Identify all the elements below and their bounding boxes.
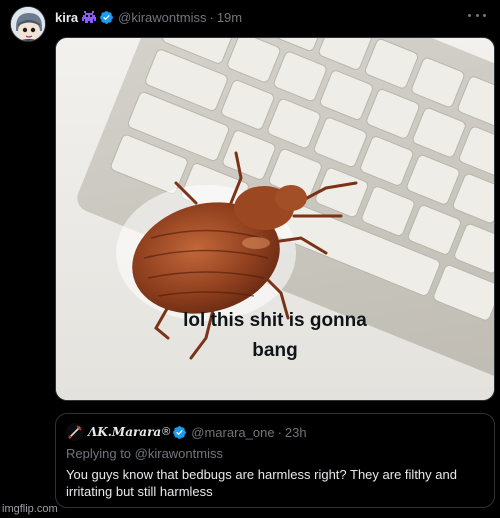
more-options-icon[interactable] (468, 12, 486, 18)
quoted-display-name: ΛK.Marara (88, 425, 162, 439)
verified-badge-icon (172, 425, 187, 440)
header-separator: · (209, 9, 214, 25)
tweet-media-image[interactable]: lol this shit is gonna bang (55, 37, 495, 401)
user-avatar[interactable] (10, 6, 46, 42)
tweet[interactable]: kira @kirawontmiss · 19m lol this shit i… (0, 0, 500, 518)
imgflip-watermark: imgflip.com (2, 503, 58, 515)
registered-mark: ® (162, 426, 171, 438)
replying-to-label: Replying to @kirawontmiss (66, 446, 223, 461)
user-handle[interactable]: @kirawontmiss (118, 10, 206, 25)
quoted-tweet-timestamp: 23h (284, 424, 307, 440)
cartoon-avatar-icon (11, 7, 45, 41)
alien-invader-icon (81, 10, 97, 24)
quoted-user-handle: @marara_one (191, 424, 275, 440)
verified-badge-icon (99, 10, 114, 25)
display-name[interactable]: kira (55, 10, 78, 25)
quoted-tweet[interactable]: ΛK.Marara ® @marara_one · 23h Replying t… (55, 413, 495, 508)
quoted-header-separator: · (277, 424, 282, 440)
meme-caption-line-1: lol this shit is gonna (183, 310, 367, 331)
meme-caption-line-2: bang (252, 340, 298, 361)
tweet-header: kira @kirawontmiss · 19m (55, 8, 242, 26)
tweet-timestamp[interactable]: 19m (217, 10, 242, 25)
quoted-user-avatar (66, 423, 84, 441)
quoted-tweet-header: ΛK.Marara ® @marara_one · 23h (66, 423, 484, 441)
sword-logo-icon (66, 423, 84, 441)
quoted-tweet-text: You guys know that bedbugs are harmless … (66, 467, 457, 499)
